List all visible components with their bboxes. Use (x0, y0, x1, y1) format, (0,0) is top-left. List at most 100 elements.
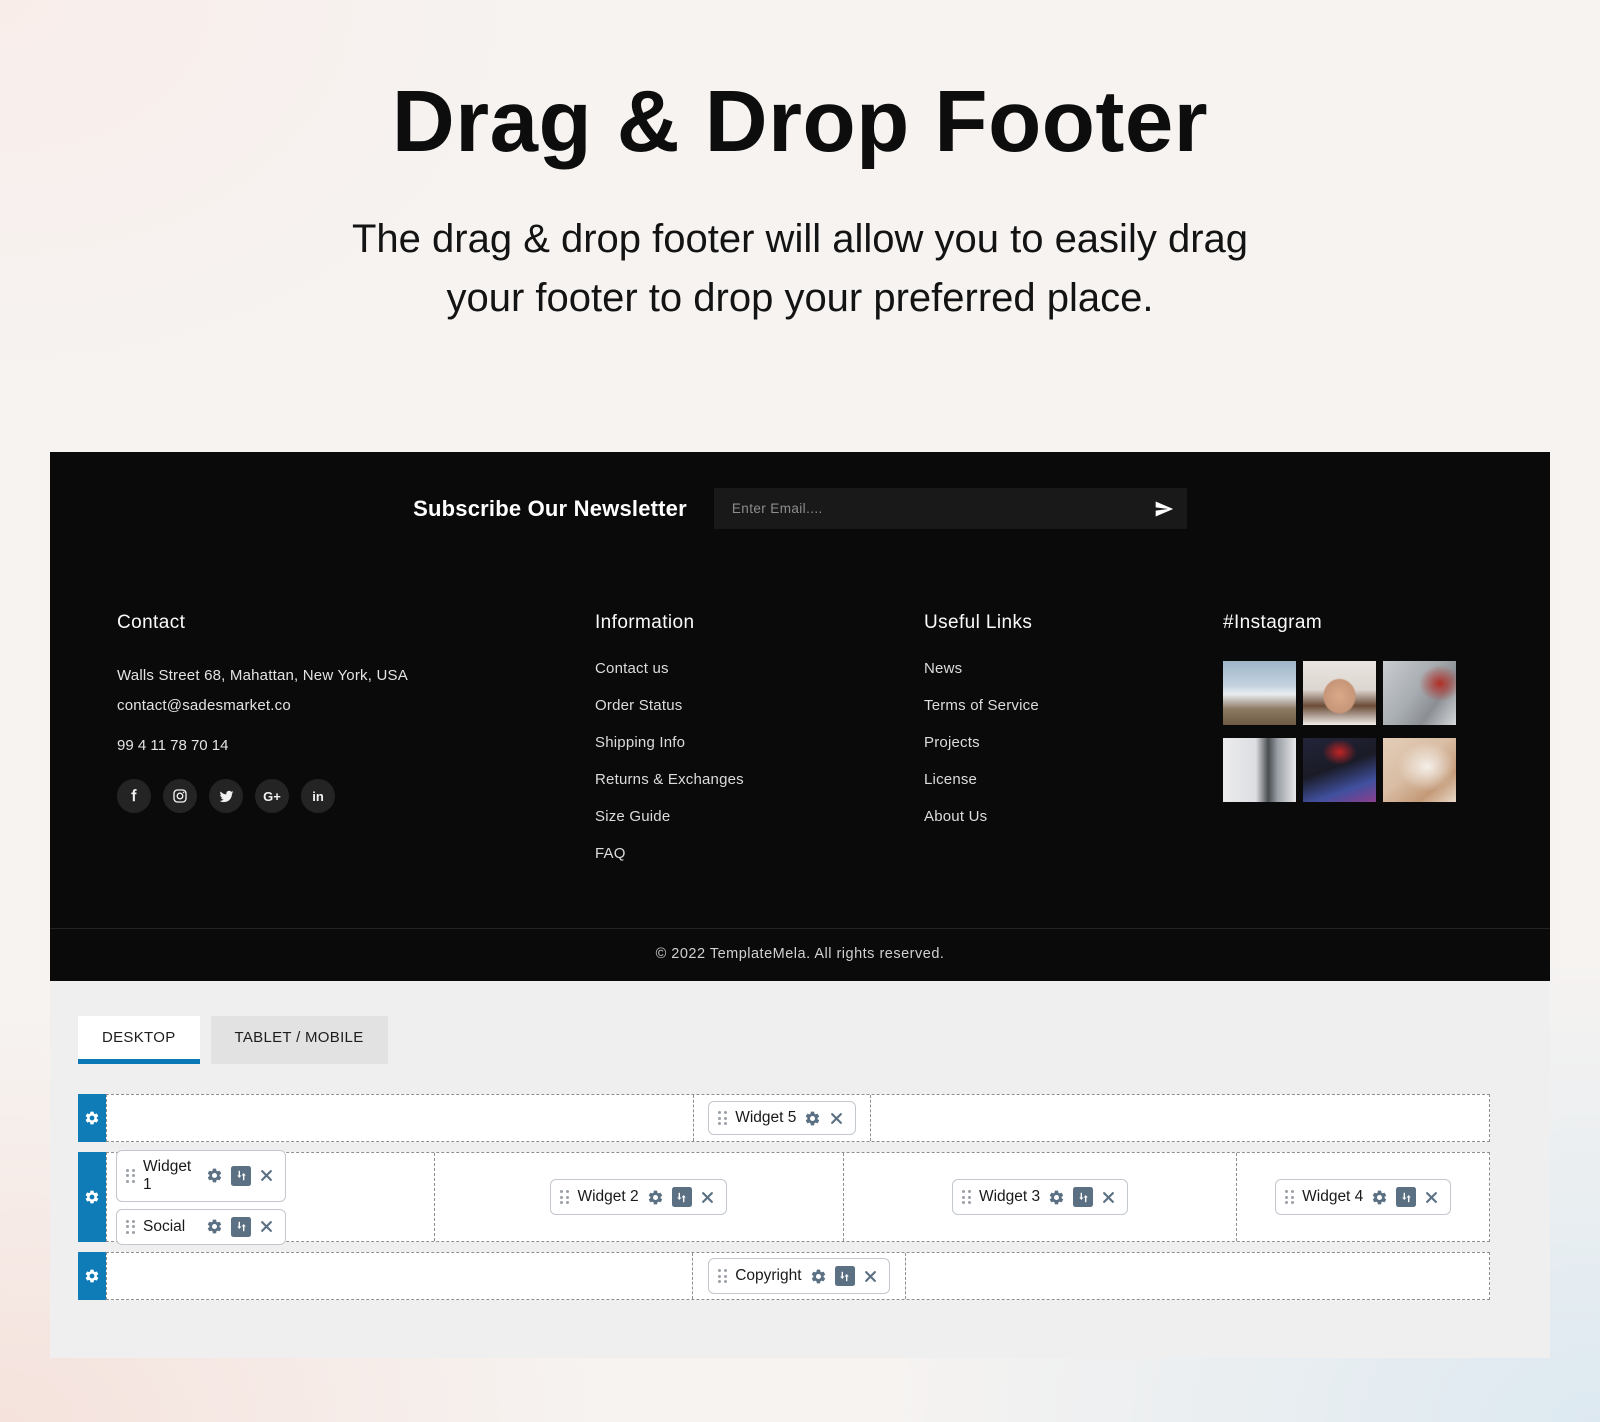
widget-chip[interactable]: Copyright (708, 1258, 889, 1294)
contact-phone[interactable]: 99 4 11 78 70 14 (117, 737, 595, 754)
builder-cell[interactable]: Widget 5 (694, 1095, 871, 1141)
information-heading: Information (595, 612, 924, 634)
footer-column-contact: Contact Walls Street 68, Mahattan, New Y… (117, 612, 595, 883)
widget-chip[interactable]: Widget 1 (116, 1150, 286, 1202)
widget-remove-icon[interactable] (829, 1111, 844, 1126)
instagram-photo-wedding[interactable] (1383, 738, 1456, 802)
footer-column-instagram: #Instagram (1223, 612, 1483, 883)
widget-settings-icon[interactable] (206, 1167, 223, 1184)
twitter-icon[interactable] (209, 779, 243, 813)
widget-chip[interactable]: Widget 4 (1275, 1179, 1451, 1215)
widget-label: Copyright (735, 1267, 801, 1285)
builder-cell-empty[interactable] (871, 1095, 1489, 1141)
widget-chip[interactable]: Widget 3 (952, 1179, 1128, 1215)
widget-settings-icon[interactable] (804, 1110, 821, 1127)
instagram-photo-cyclist[interactable] (1223, 661, 1296, 725)
footer-link[interactable]: FAQ (595, 846, 924, 862)
widget-remove-icon[interactable] (259, 1168, 274, 1183)
widget-width-icon[interactable] (231, 1166, 251, 1186)
footer-link[interactable]: Terms of Service (924, 698, 1223, 714)
footer-columns: Contact Walls Street 68, Mahattan, New Y… (50, 566, 1550, 883)
widget-settings-icon[interactable] (810, 1268, 827, 1285)
widget-width-icon[interactable] (672, 1187, 692, 1207)
widget-remove-icon[interactable] (259, 1219, 274, 1234)
widget-remove-icon[interactable] (863, 1269, 878, 1284)
builder-row-1: Widget 5 (78, 1094, 1490, 1142)
useful-links-heading: Useful Links (924, 612, 1223, 634)
drag-handle-icon[interactable] (1285, 1190, 1294, 1204)
footer-link[interactable]: Contact us (595, 661, 924, 677)
widget-chip[interactable]: Widget 2 (550, 1179, 726, 1215)
instagram-photo-firefighter[interactable] (1303, 738, 1376, 802)
newsletter-label: Subscribe Our Newsletter (413, 496, 687, 522)
builder-cell[interactable]: Widget 2 (435, 1153, 844, 1241)
tab-tablet-mobile[interactable]: TABLET / MOBILE (211, 1016, 388, 1064)
builder-rows: Widget 5 (78, 1094, 1490, 1300)
contact-email[interactable]: contact@sadesmarket.co (117, 691, 595, 721)
builder-cell[interactable]: Widget 1 (107, 1153, 435, 1241)
drag-handle-icon[interactable] (962, 1190, 971, 1204)
builder-cell[interactable]: Copyright (693, 1253, 906, 1299)
footer-link[interactable]: Returns & Exchanges (595, 772, 924, 788)
row-settings-button[interactable] (78, 1252, 106, 1300)
widget-width-icon[interactable] (1073, 1187, 1093, 1207)
widget-label: Widget 2 (577, 1188, 638, 1206)
drag-handle-icon[interactable] (126, 1220, 135, 1234)
drag-handle-icon[interactable] (718, 1269, 727, 1283)
instagram-grid (1223, 661, 1483, 802)
instagram-icon[interactable] (163, 779, 197, 813)
widget-remove-icon[interactable] (1101, 1190, 1116, 1205)
builder-row-2: Widget 1 (78, 1152, 1490, 1242)
widget-width-icon[interactable] (1396, 1187, 1416, 1207)
widget-width-icon[interactable] (231, 1217, 251, 1237)
instagram-photo-bedroom[interactable] (1223, 738, 1296, 802)
widget-settings-icon[interactable] (1048, 1189, 1065, 1206)
widget-settings-icon[interactable] (206, 1218, 223, 1235)
widget-remove-icon[interactable] (700, 1190, 715, 1205)
builder-cell[interactable]: Widget 4 (1237, 1153, 1489, 1241)
drag-handle-icon[interactable] (126, 1169, 135, 1183)
row-settings-button[interactable] (78, 1094, 106, 1142)
footer-link[interactable]: Projects (924, 735, 1223, 751)
footer-column-information: Information Contact us Order Status Ship… (595, 612, 924, 883)
builder-row-3: Copyright (78, 1252, 1490, 1300)
builder-cell-empty[interactable] (107, 1095, 694, 1141)
footer-link[interactable]: About Us (924, 809, 1223, 825)
widget-remove-icon[interactable] (1424, 1190, 1439, 1205)
drag-handle-icon[interactable] (718, 1111, 727, 1125)
widget-settings-icon[interactable] (647, 1189, 664, 1206)
instagram-photo-mechanic[interactable] (1383, 661, 1456, 725)
gear-icon (84, 1189, 100, 1205)
builder-cell-empty[interactable] (107, 1253, 693, 1299)
drag-handle-icon[interactable] (560, 1190, 569, 1204)
builder-cell[interactable]: Widget 3 (844, 1153, 1238, 1241)
footer-column-useful-links: Useful Links News Terms of Service Proje… (924, 612, 1223, 883)
contact-address: Walls Street 68, Mahattan, New York, USA (117, 661, 595, 691)
widget-chip[interactable]: Social (116, 1209, 286, 1245)
footer-link[interactable]: Shipping Info (595, 735, 924, 751)
google-plus-icon[interactable]: G+ (255, 779, 289, 813)
instagram-photo-child-glasses[interactable] (1303, 661, 1376, 725)
footer-link[interactable]: News (924, 661, 1223, 677)
email-input[interactable] (714, 488, 1187, 529)
widget-chip[interactable]: Widget 5 (708, 1101, 856, 1135)
footer-link[interactable]: Size Guide (595, 809, 924, 825)
page-subtitle: The drag & drop footer will allow you to… (0, 210, 1600, 328)
newsletter-bar: Subscribe Our Newsletter (50, 452, 1550, 566)
footer-preview-panel: Subscribe Our Newsletter Contact Walls S… (50, 452, 1550, 1358)
facebook-icon[interactable] (117, 779, 151, 813)
linkedin-icon[interactable]: in (301, 779, 335, 813)
footer-link[interactable]: License (924, 772, 1223, 788)
page-title: Drag & Drop Footer (0, 72, 1600, 172)
widget-width-icon[interactable] (835, 1266, 855, 1286)
social-icons-row: G+ in (117, 779, 595, 813)
widget-settings-icon[interactable] (1371, 1189, 1388, 1206)
hero-section: Drag & Drop Footer The drag & drop foote… (0, 0, 1600, 328)
footer-preview: Subscribe Our Newsletter Contact Walls S… (50, 452, 1550, 981)
tab-desktop[interactable]: DESKTOP (78, 1016, 200, 1064)
widget-label: Widget 1 (143, 1158, 198, 1194)
footer-link[interactable]: Order Status (595, 698, 924, 714)
paper-plane-icon[interactable] (1154, 499, 1174, 519)
builder-cell-empty[interactable] (906, 1253, 1489, 1299)
row-settings-button[interactable] (78, 1152, 106, 1242)
